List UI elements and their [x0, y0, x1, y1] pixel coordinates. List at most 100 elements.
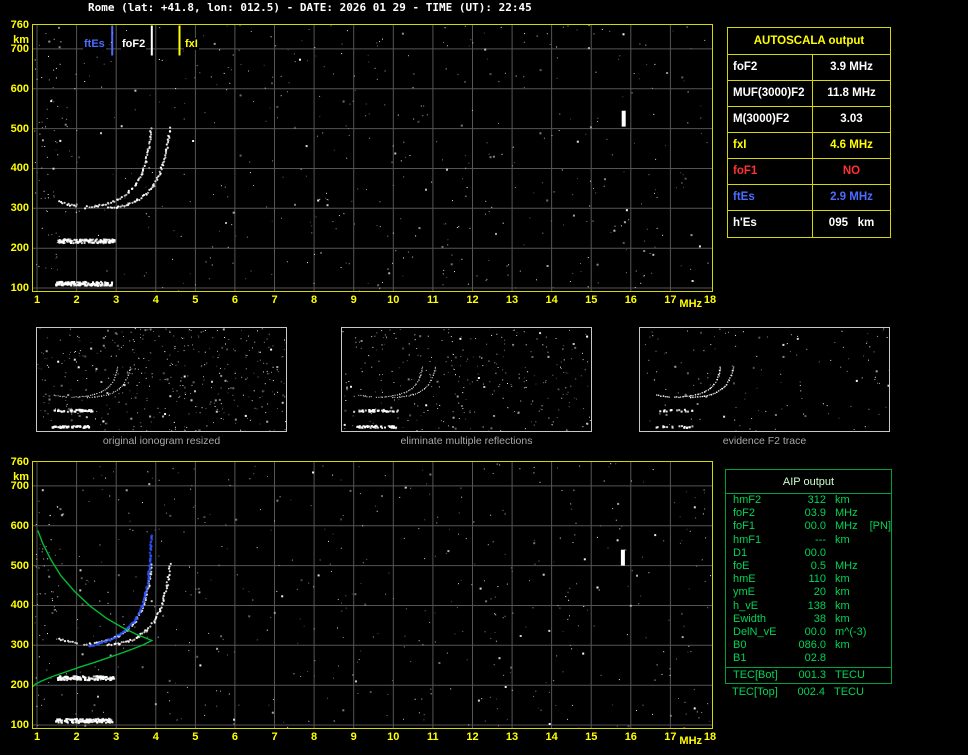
- foF2-legend-label: foF2: [121, 38, 147, 50]
- x-axis-tick-13: 13: [505, 294, 519, 306]
- aip-row-foF2: foF2 03.9 MHz: [726, 507, 891, 520]
- aip-row-B0: B0 086.0 km: [726, 639, 891, 652]
- autoscala-row-ftEs: ftEs 2.9 MHz: [728, 185, 890, 211]
- x-axis-tick-11: 11: [427, 731, 439, 743]
- autoscala-table-rows: foF2 3.9 MHz MUF(3000)F2 11.8 MHz M(3000)F2 3…: [728, 55, 890, 237]
- aip-table-rows: hmF2 312 km foF2 03.9 MHz foF1 00.0 MHz [PN] hmF1 -…: [726, 494, 891, 665]
- thumbnail-caption-original: original ionogram resized: [102, 435, 221, 447]
- aip-param-label: ymE: [733, 586, 755, 599]
- x-axis-tick-6: 6: [231, 294, 238, 306]
- x-axis-tick-17: 17: [664, 294, 677, 306]
- aip-param-label: TEC[Top]: [732, 686, 778, 698]
- aip-row-foF1: foF1 00.0 MHz [PN]: [726, 520, 891, 533]
- aip-param-label: B0: [733, 639, 747, 652]
- aip-row-TEC[Bot]: TEC[Bot] 001.3 TECU: [726, 669, 891, 682]
- x-axis-tick-7: 7: [271, 731, 278, 743]
- aip-param-unit: MHz: [835, 507, 858, 520]
- aip-param-label: foE: [733, 559, 750, 572]
- x-axis-tick-6: 6: [231, 731, 238, 743]
- autoscala-param-value: 2.9 MHz: [830, 191, 873, 203]
- x-axis-tick-16: 16: [624, 731, 637, 743]
- y-axis-tick-300: 300: [10, 202, 29, 215]
- aip-param-label: D1: [733, 546, 748, 559]
- x-axis-tick-11: 11: [427, 294, 439, 306]
- aip-row-hmE: hmE 110 km: [726, 573, 891, 586]
- bottom-ionogram-canvas: [33, 462, 712, 728]
- x-axis-tick-9: 9: [350, 731, 357, 743]
- x-axis-tick-8: 8: [311, 731, 318, 743]
- aip-param-unit: TECU: [834, 686, 864, 698]
- x-axis-tick-4: 4: [152, 731, 159, 743]
- thumbnail-eliminate-reflections: [341, 327, 592, 432]
- y-axis-tick-700: 700: [10, 479, 29, 492]
- fxI-legend-label: fxI: [184, 38, 199, 50]
- autoscala-window: Rome (lat: +41.8, lon: 012.5) - DATE: 20…: [0, 0, 968, 755]
- aip-param-value: 138: [807, 599, 826, 612]
- autoscala-param-value: 095 km: [828, 217, 875, 229]
- x-axis-tick-1: 1: [33, 731, 41, 743]
- autoscala-param-label: ftEs: [728, 185, 813, 210]
- aip-param-value: 38: [813, 612, 826, 625]
- aip-param-unit: [826, 547, 835, 560]
- aip-param-value: 001.3: [798, 669, 826, 682]
- aip-output-table: AIP output hmF2 312 km foF2 03.9 MHz foF1 00.0 M…: [725, 469, 892, 684]
- aip-tec-top-row: TEC[Top] 002.4 TECU: [725, 686, 892, 699]
- aip-param-label: foF1: [733, 520, 756, 533]
- x-axis-tick-2: 2: [73, 731, 80, 743]
- x-axis-tick-14: 14: [545, 294, 558, 306]
- y-axis-tick-700: 700: [10, 42, 29, 55]
- y-axis-tick-100: 100: [10, 282, 29, 294]
- aip-row-ymE: ymE 20 km: [726, 586, 891, 599]
- autoscala-row-h'Es: h'Es 095 km: [728, 211, 890, 237]
- x-axis-tick-12: 12: [466, 294, 479, 306]
- aip-param-label: DelN_vE: [733, 625, 777, 638]
- x-axis-tick-16: 16: [624, 294, 637, 306]
- thumbnail-caption-eliminate: eliminate multiple reflections: [400, 435, 533, 447]
- x-axis-tick-17: 17: [664, 731, 677, 743]
- aip-row-DelN_vE: DelN_vE 00.0 m^(-3): [726, 626, 891, 639]
- x-axis-tick-12: 12: [466, 731, 479, 743]
- x-axis-tick-5: 5: [192, 294, 199, 306]
- top-ionogram-plot: ftEs foF2 fxI: [32, 24, 713, 292]
- x-axis-unit-label: MHz: [679, 298, 703, 310]
- aip-param-unit: km: [835, 573, 850, 586]
- aip-param-label: Ewidth: [733, 612, 767, 625]
- aip-row-B1: B1 02.8: [726, 652, 891, 665]
- aip-param-value: 312: [807, 494, 826, 506]
- autoscala-row-fxI: fxI 4.6 MHz: [728, 133, 890, 159]
- aip-param-value: 110: [808, 573, 826, 586]
- aip-param-label: foF2: [733, 507, 756, 520]
- x-axis-tick-4: 4: [152, 294, 159, 306]
- x-axis-tick-7: 7: [271, 294, 278, 306]
- y-axis-tick-100: 100: [10, 719, 29, 731]
- autoscala-param-value: 11.8 MHz: [827, 87, 876, 99]
- x-axis-tick-13: 13: [505, 731, 519, 743]
- top-ionogram-canvas: [33, 25, 712, 291]
- y-axis-tick-400: 400: [10, 599, 29, 612]
- x-axis-tick-10: 10: [387, 294, 400, 306]
- aip-row-foE: foE 0.5 MHz: [726, 560, 891, 573]
- aip-param-label: hmF1: [733, 533, 762, 546]
- x-axis-unit-label: MHz: [679, 735, 703, 747]
- autoscala-param-value: 4.6 MHz: [830, 139, 873, 151]
- y-axis-tick-600: 600: [10, 82, 29, 95]
- autoscala-param-label: M(3000)F2: [728, 107, 813, 132]
- aip-param-value: ---: [815, 533, 826, 546]
- aip-row-Ewidth: Ewidth 38 km: [726, 613, 891, 626]
- aip-table-title: AIP output: [726, 470, 891, 494]
- thumbnail-eliminate-canvas: [342, 328, 591, 431]
- thumbnail-original-canvas: [37, 328, 286, 431]
- autoscala-param-value: NO: [842, 165, 861, 177]
- aip-param-value: 086.0: [798, 639, 826, 652]
- aip-tec-bottom-row: TEC[Bot] 001.3 TECU: [726, 667, 891, 682]
- autoscala-param-label: fxI: [728, 133, 813, 158]
- aip-param-unit: km: [835, 599, 850, 612]
- ftEs-legend-label: ftEs: [83, 38, 106, 50]
- x-axis-tick-14: 14: [545, 731, 558, 743]
- x-axis-tick-18: 18: [703, 294, 717, 306]
- x-axis-tick-15: 15: [585, 294, 598, 306]
- y-axis-tick-500: 500: [10, 559, 29, 572]
- aip-param-value: 00.0: [804, 546, 826, 559]
- aip-param-unit: MHz: [835, 520, 858, 533]
- aip-param-value: 20: [813, 586, 826, 599]
